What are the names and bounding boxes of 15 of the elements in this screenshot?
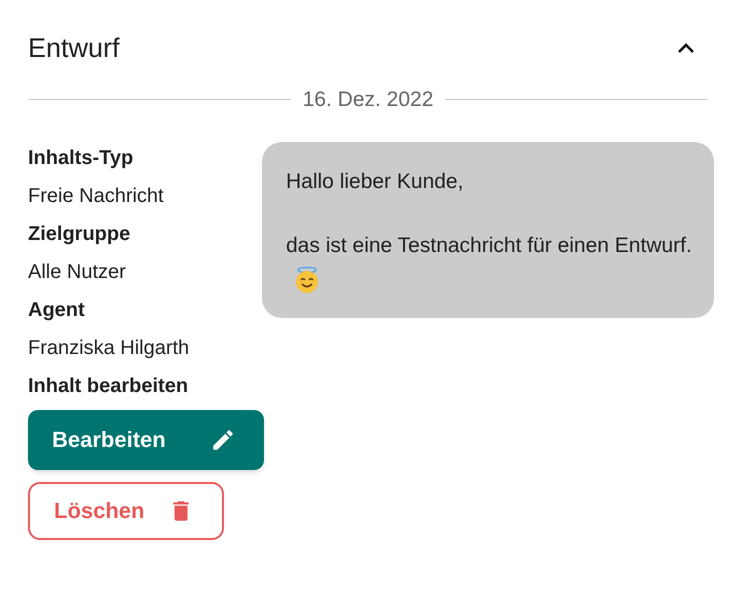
section-title: Entwurf — [28, 32, 120, 65]
field-label: Zielgruppe — [28, 222, 132, 246]
message-text: Hallo lieber Kunde, — [286, 168, 464, 194]
field-value: Alle Nutzer — [28, 260, 127, 284]
field-label: Inhalts-Typ — [28, 146, 134, 170]
date-label: 16. Dez. 2022 — [302, 87, 434, 113]
chevron-icon — [677, 42, 695, 54]
smiley-halo-icon — [294, 266, 320, 294]
message-text: das ist eine Testnachricht für einen Entwurf. — [286, 228, 694, 300]
field-value: Freie Nachricht — [28, 184, 165, 208]
field-label: Agent — [28, 298, 86, 322]
delete-button[interactable]: Löschen — [28, 482, 224, 540]
edit-button[interactable]: Bearbeiten — [28, 410, 264, 470]
field-value: Franziska Hilgarth — [28, 336, 190, 360]
edit-label: Inhalt bearbeiten — [28, 374, 190, 398]
